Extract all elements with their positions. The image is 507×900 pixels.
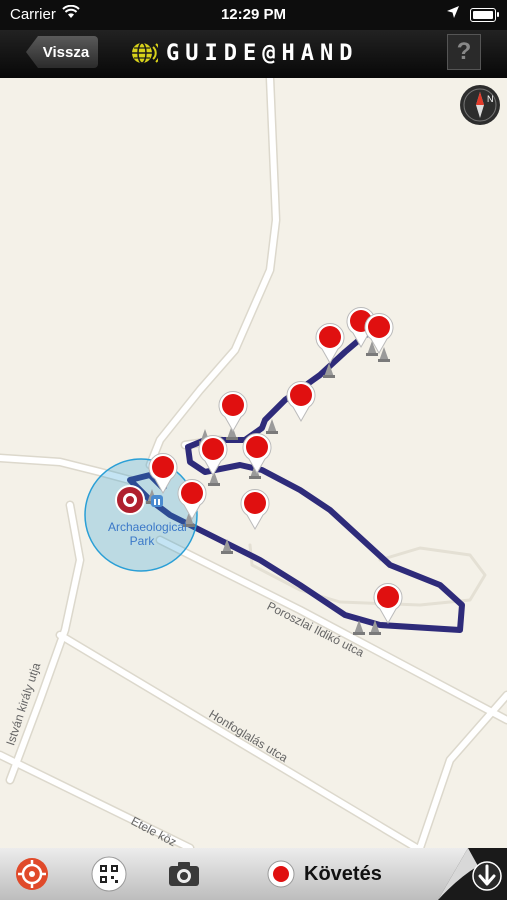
monument-marker[interactable] <box>352 619 366 635</box>
app-logo: GUIDE@HAND <box>130 38 358 68</box>
globe-signal-icon <box>132 42 158 64</box>
poi-pin[interactable] <box>217 390 249 432</box>
map-view[interactable]: N Archaeological Park Poroszlai Ildikó u… <box>0 73 507 855</box>
monument-marker[interactable] <box>220 538 234 554</box>
follow-record-icon <box>267 860 295 888</box>
back-button[interactable]: Vissza <box>26 36 98 68</box>
poi-pin[interactable] <box>363 312 395 354</box>
status-bar: Carrier 12:29 PM <box>0 0 507 30</box>
follow-toggle[interactable]: Követés <box>266 856 382 892</box>
nav-bar: Vissza GUIDE@HAND ? <box>0 30 507 78</box>
logo-text: GUIDE@HAND <box>166 40 359 66</box>
poi-pin[interactable] <box>197 434 229 476</box>
qr-code-icon[interactable] <box>91 856 127 892</box>
clock: 12:29 PM <box>220 6 287 23</box>
help-button[interactable]: ? <box>447 34 481 70</box>
poi-pin[interactable] <box>285 380 317 422</box>
poi-pin[interactable] <box>147 452 179 494</box>
park-label-line1: Archaeological <box>108 520 187 534</box>
park-label: Archaeological Park <box>108 520 187 548</box>
bottom-toolbar: Követés <box>0 848 507 900</box>
poi-pin[interactable] <box>176 478 208 520</box>
park-label-line2: Park <box>129 534 155 548</box>
battery-tip <box>497 12 499 17</box>
poi-pin[interactable] <box>372 582 404 624</box>
compass-icon[interactable]: N <box>459 84 501 126</box>
follow-label: Követés <box>304 862 382 885</box>
current-location-icon <box>115 485 145 515</box>
svg-text:N: N <box>487 94 494 104</box>
poi-pin[interactable] <box>314 322 346 364</box>
poi-pin[interactable] <box>239 488 271 530</box>
battery-icon <box>470 8 496 22</box>
monument-marker[interactable] <box>322 362 336 378</box>
museum-marker[interactable] <box>150 493 164 509</box>
page-curl-icon[interactable] <box>438 848 507 900</box>
poi-pin[interactable] <box>241 432 273 474</box>
camera-icon[interactable] <box>166 856 202 892</box>
target-icon[interactable] <box>14 856 50 892</box>
location-arrow-icon <box>447 6 459 18</box>
help-icon: ? <box>456 38 472 65</box>
